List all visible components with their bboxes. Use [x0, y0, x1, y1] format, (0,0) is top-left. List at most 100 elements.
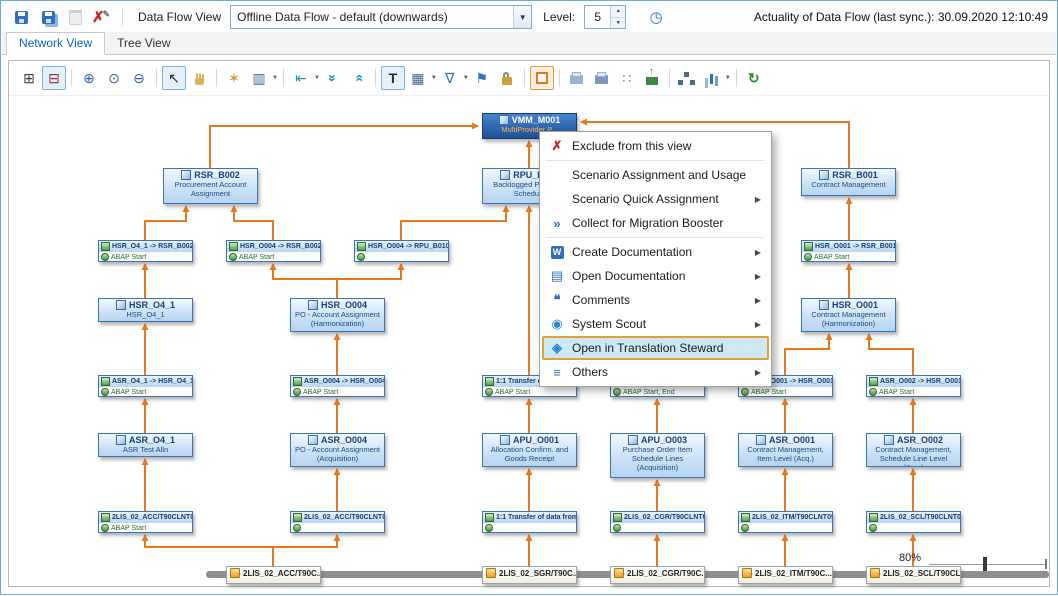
menu-item-others[interactable]: ≡Others▶: [542, 360, 769, 384]
chevron-down-icon[interactable]: ▼: [431, 75, 437, 81]
zoom-level-label: 80%: [899, 552, 921, 564]
jump-to-start-icon[interactable]: ⇤▼: [289, 66, 320, 90]
asr-o001-node[interactable]: ASR_O001Contract Management, Item Level …: [738, 433, 833, 467]
sort-columns-icon[interactable]: ⚑: [470, 66, 494, 90]
layout-grid-icon[interactable]: ⊞: [17, 66, 41, 90]
ds-2lis-02-cgr-node[interactable]: 2LIS_02_CGR/T90C...: [610, 566, 705, 584]
collapse-all-icon[interactable]: »: [346, 66, 370, 90]
text-tool-icon[interactable]: T: [381, 66, 405, 90]
open-documentation-icon: ▤: [548, 268, 566, 284]
hsr-o004-node[interactable]: HSR_O004PO - Account Assignment (Harmoni…: [290, 298, 385, 332]
trf-hsro001-rsrb001-node[interactable]: HSR_O001 -> RSR_B001ABAP Start: [801, 240, 896, 262]
level-down-button[interactable]: ▼: [611, 18, 625, 29]
ds-2lis-02-scl-node[interactable]: 2LIS_02_SCL/T90CL...: [866, 566, 961, 584]
trf-hsro41-rsrb002-node[interactable]: HSR_O4_1 -> RSR_B002ABAP Start: [98, 240, 193, 262]
menu-item-label: Collect for Migration Booster: [572, 216, 761, 230]
table-view-icon[interactable]: ▦▼: [406, 66, 437, 90]
menu-item-scenario-quick-assignment[interactable]: Scenario Quick Assignment▶: [542, 187, 769, 211]
menu-item-comments[interactable]: ❝Comments▶: [542, 288, 769, 312]
ds-2lis-02-acc-node[interactable]: 2LIS_02_ACC/T90C...: [226, 566, 321, 584]
lock-icon[interactable]: [495, 66, 519, 90]
trf-ds-scl-node[interactable]: 2LIS_02_SCL/T90CLNT090 -...: [866, 511, 961, 533]
menu-item-collect-for-migration-booster[interactable]: »Collect for Migration Booster: [542, 211, 769, 235]
zoom-slider-handle[interactable]: [983, 557, 987, 571]
trf-asro41-hsro41-node[interactable]: ASR_O4_1 -> HSR_O4_1ABAP Start: [98, 375, 193, 397]
trf-asro004-hsro004-node[interactable]: ASR_O004 -> HSR_O004ABAP Start: [290, 375, 385, 397]
trf-ds-sgr-node[interactable]: 1:1 Transfer of data from 2LIS...: [482, 511, 577, 533]
zoom-slider-track[interactable]: [929, 564, 1047, 565]
transformation-icon: [869, 377, 878, 386]
process-step-icon: [804, 253, 812, 261]
trf-hsro004-rsrb002-node[interactable]: HSR_O004 -> RSR_B002ABAP Start: [226, 240, 321, 262]
hsr-o4-1-node[interactable]: HSR_O4_1HSR_O4_1: [98, 298, 193, 322]
chevron-down-icon[interactable]: ▼: [725, 75, 731, 81]
menu-item-label: Comments: [572, 293, 747, 307]
trf-hsro004-rpub010-node[interactable]: HSR_O004 -> RPU_B010: [354, 240, 449, 262]
data-flow-selector[interactable]: Offline Data Flow - default (downwards) …: [230, 5, 532, 29]
apu-o003-node[interactable]: APU_O003Purchase Order Item Schedule Lin…: [610, 433, 705, 478]
rsr-b002-node[interactable]: RSR_B002Procurement Account Assignment: [163, 168, 258, 204]
print-preview-icon[interactable]: [590, 66, 614, 90]
save-icon[interactable]: [10, 6, 32, 28]
infoprovider-icon: [308, 300, 318, 310]
chart-icon[interactable]: ▼: [700, 66, 731, 90]
exclude-icon: ✗: [548, 138, 566, 154]
magic-wand-icon[interactable]: ✶: [222, 66, 246, 90]
ds-2lis-02-sgr-node[interactable]: 2LIS_02_SGR/T90C...: [482, 566, 577, 584]
grid-dots-icon[interactable]: ∷: [615, 66, 639, 90]
trf-ds-acc2-node[interactable]: 2LIS_02_ACC/T90CLNT090 -...: [290, 511, 385, 533]
infoprovider-icon: [499, 115, 509, 125]
swimlane-icon[interactable]: ▥▼: [247, 66, 278, 90]
submenu-arrow-icon: ▶: [755, 272, 761, 281]
zoom-fit-icon[interactable]: ⊙: [102, 66, 126, 90]
level-stepper[interactable]: 5 ▲ ▼: [584, 5, 626, 29]
trf-ds-acc1-node[interactable]: 2LIS_02_ACC/T90CLNT090 -...ABAP Start: [98, 511, 193, 533]
menu-item-exclude-from-this-view[interactable]: ✗Exclude from this view: [542, 134, 769, 158]
asr-o4-1-node[interactable]: ASR_O4_1ASR Test Alln: [98, 433, 193, 457]
level-up-button[interactable]: ▲: [611, 6, 625, 18]
save-all-icon[interactable]: [37, 6, 59, 28]
chevron-down-icon[interactable]: ▼: [272, 75, 278, 81]
trf-ds-itm-node[interactable]: 2LIS_02_ITM/T90CLNT090 -...: [738, 511, 833, 533]
rsr-b001-node[interactable]: RSR_B001Contract Management: [801, 168, 896, 196]
pan-hand-icon[interactable]: [187, 66, 211, 90]
apu-o001-node[interactable]: APU_O001Allocation Confirm. and Goods Re…: [482, 433, 577, 467]
highlight-box-icon[interactable]: [530, 66, 554, 90]
history-clock-icon[interactable]: ◷: [645, 6, 667, 28]
menu-item-open-in-translation-steward[interactable]: ◈Open in Translation Steward: [542, 336, 769, 360]
ds-2lis-02-itm-node[interactable]: 2LIS_02_ITM/T90C...: [738, 566, 833, 584]
asr-o004-node[interactable]: ASR_O004PO - Account Assignment (Acquisi…: [290, 433, 385, 467]
tab-network-view[interactable]: Network View: [6, 32, 105, 55]
print-icon[interactable]: [565, 66, 589, 90]
refresh-icon[interactable]: ↻: [742, 66, 766, 90]
tab-tree-view[interactable]: Tree View: [105, 33, 182, 54]
menu-item-open-documentation[interactable]: ▤Open Documentation▶: [542, 264, 769, 288]
infoprovider-icon: [628, 435, 638, 445]
org-chart-icon[interactable]: [675, 66, 699, 90]
menu-item-create-documentation[interactable]: WCreate Documentation▶: [542, 240, 769, 264]
menu-item-scenario-assignment-and-usage[interactable]: Scenario Assignment and Usage: [542, 163, 769, 187]
select-cursor-icon[interactable]: ↖: [162, 66, 186, 90]
remove-marked-icon[interactable]: ✗✎: [91, 6, 113, 28]
menu-separator: [546, 160, 765, 161]
hsr-o001-node[interactable]: HSR_O001Contract Management (Harmonizati…: [801, 298, 896, 332]
trf-asro002-hsro001-node[interactable]: ASR_O002 -> HSR_O001ABAP Start: [866, 375, 961, 397]
zoom-out-icon[interactable]: ⊖: [127, 66, 151, 90]
zoom-in-icon[interactable]: ⊕: [77, 66, 101, 90]
data-flow-selector-value: Offline Data Flow - default (downwards): [231, 10, 513, 24]
filter-icon[interactable]: ∇▼: [438, 66, 469, 90]
layout-align-icon[interactable]: ⊟: [42, 66, 66, 90]
export-icon[interactable]: [640, 66, 664, 90]
expand-all-icon[interactable]: »: [321, 66, 345, 90]
chevron-down-icon[interactable]: ▼: [513, 6, 531, 28]
menu-item-system-scout[interactable]: ◉System Scout▶: [542, 312, 769, 336]
create-documentation-icon: W: [548, 246, 566, 259]
chevron-down-icon[interactable]: ▼: [314, 75, 320, 81]
asr-o002-node[interactable]: ASR_O002Contract Management, Schedule Li…: [866, 433, 961, 467]
infoprovider-icon: [884, 435, 894, 445]
transformation-icon: [613, 513, 622, 522]
view-tabs: Network View Tree View: [2, 32, 1056, 55]
datasource-icon: [614, 568, 624, 578]
trf-ds-cgr-node[interactable]: 2LIS_02_CGR/T90CLNT090 -...: [610, 511, 705, 533]
chevron-down-icon[interactable]: ▼: [463, 75, 469, 81]
